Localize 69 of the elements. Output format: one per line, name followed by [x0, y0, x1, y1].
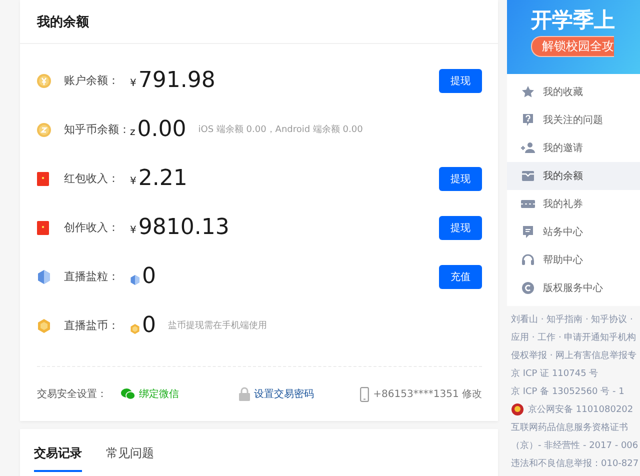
security-link[interactable]: 绑定微信: [139, 387, 179, 401]
balance-label: 账户余额：: [64, 73, 120, 88]
question-icon: [521, 113, 535, 127]
hexagon-gem-icon: [130, 274, 140, 284]
currency-symbol: z: [130, 127, 136, 138]
envelope-icon: [37, 172, 49, 186]
envelope-icon: [37, 220, 49, 234]
security-label: 交易安全设置：: [37, 388, 108, 401]
banner-tagline: 解锁校园全攻: [531, 36, 614, 57]
yuan-coin-icon: [37, 74, 51, 88]
phone-icon: [360, 386, 370, 402]
hexagon-gem-icon: [37, 270, 51, 284]
sidebar-item[interactable]: 版权服务中心: [507, 274, 640, 302]
sidebar-item[interactable]: 站务中心: [507, 218, 640, 246]
copyright-icon: [521, 281, 535, 295]
add-person-icon: [521, 141, 535, 155]
balance-label: 知乎币余额：: [64, 122, 130, 137]
security-link[interactable]: 设置交易密码: [254, 387, 314, 401]
balance-note: 盐币提现需在手机端使用: [168, 320, 267, 332]
footer-text: 应用 · 工作 · 申请开通知乎机构: [511, 332, 636, 344]
sidebar-item[interactable]: 帮助中心: [507, 246, 640, 274]
balance-amount: 791.98: [138, 68, 216, 93]
balance-label: 直播盐粒：: [64, 269, 120, 284]
balance-label: 红包收入：: [64, 171, 120, 186]
hexagon-coin-icon: [130, 324, 140, 334]
lock-icon: [239, 387, 250, 401]
currency-symbol: ¥: [130, 176, 136, 187]
sidebar-item[interactable]: 我关注的问题: [507, 106, 640, 134]
chat-bubbles-icon: [121, 388, 135, 400]
promo-banner[interactable]: 开学季上 解锁校园全攻: [507, 0, 640, 74]
footer-text: （京）- 非经营性 - 2017 - 006: [511, 440, 638, 452]
sidebar-item[interactable]: 我的邀请: [507, 134, 640, 162]
sidebar-item[interactable]: 我的收藏: [507, 78, 640, 106]
footer-text: 京 ICP 证 110745 号: [511, 368, 598, 380]
footer-text: 京公网安备 1101080202: [528, 404, 634, 416]
police-badge-icon: [511, 402, 524, 416]
footer-text: 侵权举报 · 网上有害信息举报专: [511, 350, 637, 362]
balance-note: iOS 端余额 0.00，Android 端余额 0.00: [198, 124, 363, 136]
card-title: 我的余额: [37, 14, 89, 30]
footer-text: 违法和不良信息举报：010-827: [511, 458, 639, 470]
z-coin-icon: [37, 122, 51, 136]
sidebar-item[interactable]: 我的礼券: [507, 190, 640, 218]
banner-headline: 开学季上: [531, 7, 616, 34]
tab[interactable]: 交易记录: [34, 437, 82, 472]
tab[interactable]: 常见问题: [106, 437, 154, 472]
footer-text: 京 ICP 备 13052560 号 - 1: [511, 386, 624, 398]
sidebar-item[interactable]: 我的余额: [507, 162, 640, 190]
security-link[interactable]: +86153****1351 修改: [373, 387, 482, 401]
wallet-icon: [521, 169, 535, 183]
footer-text: 刘看山 · 知乎指南 · 知乎协议 ·: [511, 314, 633, 326]
action-button[interactable]: 提现: [439, 166, 482, 190]
hexagon-coin-icon: [37, 318, 51, 332]
action-button[interactable]: 充值: [439, 264, 482, 288]
ticket-icon: [521, 197, 535, 211]
balance-amount: 2.21: [138, 166, 188, 191]
headset-icon: [521, 253, 535, 267]
balance-amount: 0.00: [137, 117, 186, 142]
action-button[interactable]: 提现: [439, 68, 482, 92]
balance-label: 创作收入：: [64, 220, 120, 235]
action-button[interactable]: 提现: [439, 216, 482, 240]
balance-amount: 0: [142, 264, 156, 289]
balance-label: 直播盐币：: [64, 318, 120, 333]
currency-symbol: ¥: [130, 225, 136, 236]
footer-text: 互联网药品信息服务资格证书: [511, 422, 628, 434]
currency-symbol: ¥: [130, 78, 136, 89]
message-icon: [521, 225, 535, 239]
balance-amount: 0: [142, 313, 156, 338]
balance-amount: 9810.13: [138, 215, 230, 240]
star-icon: [521, 85, 535, 99]
